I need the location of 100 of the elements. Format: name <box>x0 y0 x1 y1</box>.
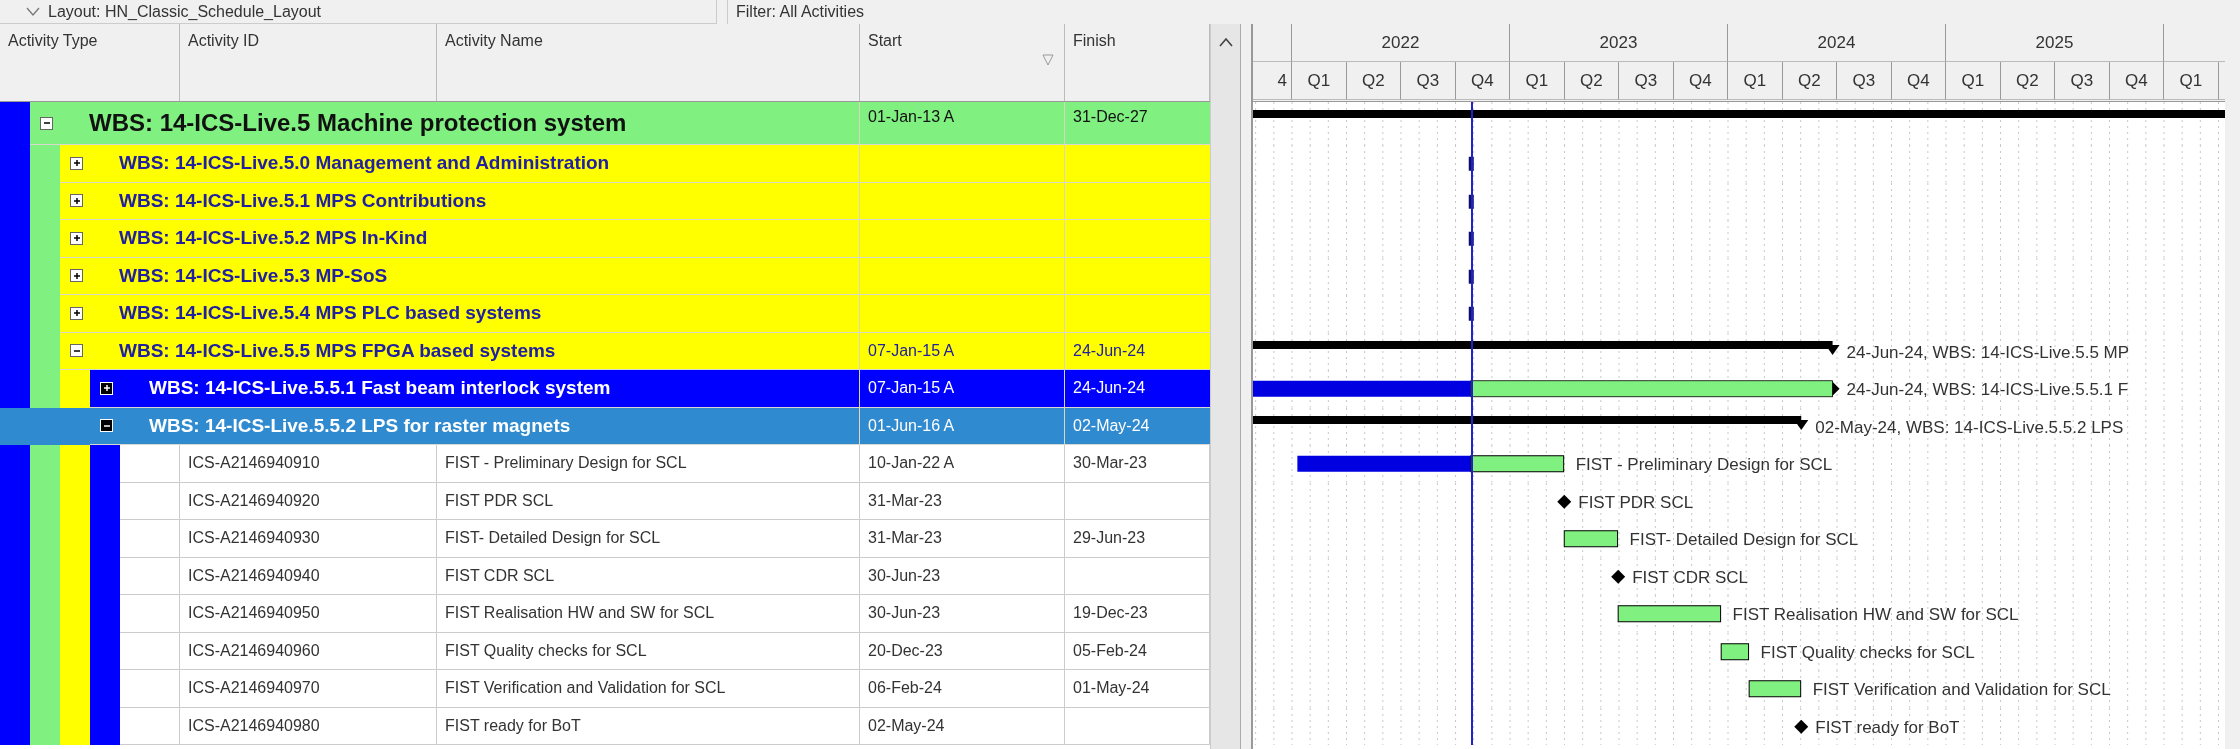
activity-row[interactable]: ICS-A2146940960 FIST Quality checks for SCL 20-Dec-23 05-Feb-24 <box>120 632 1210 670</box>
activity-row[interactable]: ICS-A2146940920 FIST PDR SCL 31-Mar-23 <box>120 482 1210 520</box>
expand-toggle[interactable] <box>70 194 83 208</box>
activity-bar[interactable] <box>1720 642 1750 660</box>
activity-row[interactable]: ICS-A2146940970 FIST Verification and Validation for SCL 06-Feb-24 01-May-24 <box>120 670 1210 708</box>
table-cell: FIST- Detailed Design for SCL <box>437 520 860 558</box>
quarter-cell: Q1 <box>1946 62 2001 100</box>
wbs-title: WBS: 14-ICS-Live.5.4 MPS PLC based systems <box>119 302 542 325</box>
splitter-handle[interactable] <box>1240 24 1253 749</box>
column-header[interactable]: Activity Name <box>437 24 860 101</box>
activity-bar[interactable] <box>1563 530 1619 548</box>
wbs-band <box>60 370 90 408</box>
wbs-title: WBS: 14-ICS-Live.5.5.2 LPS for raster magnets <box>149 414 571 437</box>
plus-icon <box>71 195 82 206</box>
wbs-band <box>0 407 30 445</box>
milestone-diamond[interactable] <box>1794 719 1809 734</box>
table-cell: ICS-A2146940970 <box>180 670 437 708</box>
wbs-title: WBS: 14-ICS-Live.5.5 MPS FPGA based systems <box>119 339 556 362</box>
table-cell-text: 24-Jun-24 <box>1072 340 1147 361</box>
wbs-title: WBS: 14-ICS-Live.5.2 MPS In-Kind <box>119 227 428 250</box>
wbs-band <box>90 445 120 483</box>
activity-bar[interactable] <box>1617 605 1722 623</box>
wbs-title: WBS: 14-ICS-Live.5.0 Management and Administration <box>119 152 610 175</box>
expand-toggle[interactable] <box>40 116 53 130</box>
wbs-band <box>90 707 120 745</box>
wbs-row[interactable]: WBS: 14-ICS-Live.5.0 Management and Administration <box>60 145 1210 183</box>
column-header[interactable]: Start <box>860 24 1065 101</box>
bar-label: FIST- Detailed Design for SCL <box>1629 529 1859 549</box>
wbs-row[interactable]: WBS: 14-ICS-Live.5.3 MP-SoS <box>60 257 1210 295</box>
wbs-band <box>30 707 60 745</box>
quarter-cell: Q3 <box>1619 62 1674 100</box>
bar-label: FIST PDR SCL <box>1578 492 1694 512</box>
table-cell: 30-Jun-23 <box>860 595 1065 633</box>
bar-label: FIST - Preliminary Design for SCL <box>1575 454 1833 474</box>
wbs-row[interactable]: WBS: 14-ICS-Live.5 Machine protection system 01-Jan-13 A 31-Dec-27 <box>30 102 1210 145</box>
bar-label: FIST Verification and Validation for SCL <box>1812 679 2111 699</box>
wbs-band <box>0 370 30 408</box>
table-cell <box>120 595 180 633</box>
expand-toggle[interactable] <box>70 269 83 283</box>
table-cell: ICS-A2146940930 <box>180 520 437 558</box>
quarter-cell: Q1 <box>1510 62 1565 100</box>
year-cell: 2024 <box>1728 24 1946 62</box>
wbs-row[interactable]: WBS: 14-ICS-Live.5.5 MPS FPGA based systems 07-Jan-15 A 24-Jun-24 <box>60 332 1210 370</box>
quarter-cell: Q1 <box>1728 62 1783 100</box>
summary-bar[interactable] <box>1253 340 1840 355</box>
quarter-cell: Q4 <box>1455 62 1510 100</box>
bar-label: 02-May-24, WBS: 14-ICS-Live.5.5.2 LPS <box>1815 417 2124 437</box>
table-cell: 10-Jan-22 A <box>860 445 1065 483</box>
summary-bar[interactable] <box>1253 415 1809 430</box>
wbs-band <box>30 445 60 483</box>
expand-toggle[interactable] <box>70 306 83 320</box>
table-cell: 07-Jan-15 A <box>860 370 1065 407</box>
bar-label: FIST Quality checks for SCL <box>1760 642 1975 662</box>
activity-row[interactable]: ICS-A2146940930 FIST- Detailed Design for SCL 31-Mar-23 29-Jun-23 <box>120 520 1210 558</box>
expand-toggle[interactable] <box>70 344 83 358</box>
table-cell: 02-May-24 <box>860 707 1065 745</box>
year-cell: 2023 <box>1510 24 1728 62</box>
plus-icon <box>71 308 82 319</box>
quarter-cell: Q3 <box>1837 62 1892 100</box>
wbs-row[interactable]: WBS: 14-ICS-Live.5.5.2 LPS for raster magnets 01-Jun-16 A 02-May-24 <box>90 407 1210 445</box>
quarter-cell: Q3 <box>2055 62 2110 100</box>
table-cell <box>120 707 180 745</box>
activity-bar[interactable] <box>1297 455 1565 473</box>
wbs-row[interactable]: WBS: 14-ICS-Live.5.5.1 Fast beam interlock system 07-Jan-15 A 24-Jun-24 <box>90 370 1210 408</box>
table-cell: ICS-A2146940910 <box>180 445 437 483</box>
table-cell: ICS-A2146940950 <box>180 595 437 633</box>
activity-row[interactable]: ICS-A2146940950 FIST Realisation HW and SW for SCL 30-Jun-23 19-Dec-23 <box>120 595 1210 633</box>
wbs-band <box>30 145 60 183</box>
table-cell: FIST Realisation HW and SW for SCL <box>437 595 860 633</box>
quarter-cell: Q1 <box>1292 62 1347 100</box>
wbs-band <box>0 445 30 483</box>
activity-row[interactable]: ICS-A2146940980 FIST ready for BoT 02-May-24 <box>120 707 1210 745</box>
activity-bar[interactable] <box>1748 680 1802 698</box>
table-cell-text: 02-May-24 <box>1072 415 1151 436</box>
wbs-band <box>0 102 30 145</box>
year-cell: 2022 <box>1292 24 1510 62</box>
expand-toggle[interactable] <box>70 231 83 245</box>
column-header[interactable]: Activity Type <box>0 24 180 101</box>
table-cell: FIST Verification and Validation for SCL <box>437 670 860 708</box>
column-header[interactable]: Activity ID <box>180 24 437 101</box>
table-cell: FIST - Preliminary Design for SCL <box>437 445 860 483</box>
year-cell: 2025 <box>1946 24 2164 62</box>
wbs-band <box>60 707 90 745</box>
summary-bar[interactable] <box>1253 380 1840 398</box>
wbs-row[interactable]: WBS: 14-ICS-Live.5.1 MPS Contributions <box>60 182 1210 220</box>
table-cell-text: 24-Jun-24 <box>1072 378 1147 399</box>
wbs-row[interactable]: WBS: 14-ICS-Live.5.2 MPS In-Kind <box>60 220 1210 258</box>
table-cell: FIST ready for BoT <box>437 707 860 745</box>
activity-row[interactable]: ICS-A2146940910 FIST - Preliminary Design for SCL 10-Jan-22 A 30-Mar-23 <box>120 445 1210 483</box>
bar-label: FIST ready for BoT <box>1815 717 1960 737</box>
activity-row[interactable]: ICS-A2146940940 FIST CDR SCL 30-Jun-23 <box>120 557 1210 595</box>
expand-toggle[interactable] <box>70 156 83 170</box>
scrollbar[interactable] <box>1210 24 1240 749</box>
milestone-diamond[interactable] <box>1611 569 1626 584</box>
wbs-band <box>30 370 60 408</box>
wbs-row[interactable]: WBS: 14-ICS-Live.5.4 MPS PLC based systems <box>60 295 1210 333</box>
wbs-title: WBS: 14-ICS-Live.5 Machine protection system <box>89 109 627 137</box>
milestone-diamond[interactable] <box>1557 494 1572 509</box>
quarter-cell: Q2 <box>1782 62 1837 100</box>
scroll-up-icon[interactable] <box>1218 38 1233 47</box>
